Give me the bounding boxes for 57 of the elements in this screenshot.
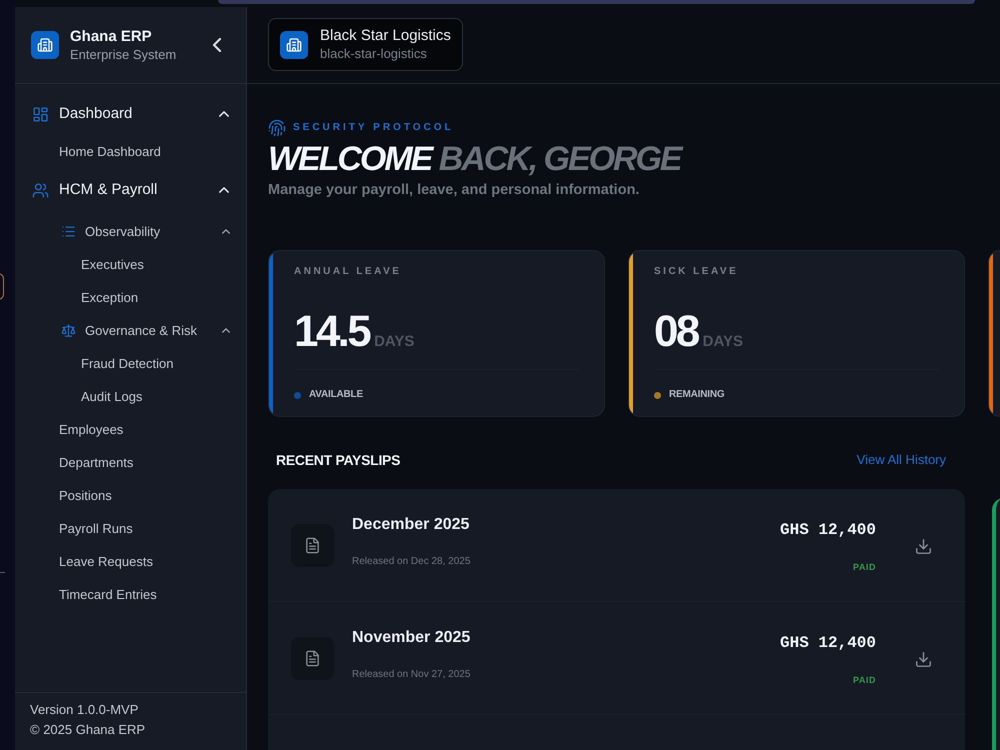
release-date: Released on Dec 28, 2025 [352, 555, 470, 569]
nav-group-toggle[interactable]: Observability [15, 215, 246, 248]
status-label: REMAINING [669, 389, 724, 401]
nav-link[interactable]: Audit Logs [15, 380, 246, 413]
fingerprint-icon [268, 119, 286, 137]
card-label: SICK LEAVE [654, 266, 740, 278]
building-icon [31, 31, 59, 59]
nav-link[interactable]: Fraud Detection [15, 347, 246, 380]
payslip-month: December 2025 [352, 515, 470, 535]
company-switcher[interactable]: Black Star Logistics black-star-logistics [268, 18, 463, 71]
list-icon [61, 224, 76, 239]
leave-days-value: 14.5 [294, 310, 370, 354]
nav-link[interactable]: Home Dashboard [15, 135, 246, 168]
release-date: Released on Nov 27, 2025 [352, 668, 470, 682]
version-text: Version 1.0.0-MVP [30, 701, 140, 719]
download-icon[interactable] [916, 652, 931, 667]
nav-link[interactable]: Executives [15, 248, 246, 281]
nav-link[interactable]: Departments [15, 446, 246, 479]
payslip-amount: GHS 12,400 [780, 633, 876, 653]
download-icon[interactable] [916, 539, 931, 554]
unit-label: DAYS [374, 333, 414, 351]
brand-name: Ghana ERP [70, 26, 153, 46]
nav-link[interactable]: Positions [15, 479, 246, 512]
paid-status: PAID [853, 561, 876, 573]
payslip-row[interactable]: November 2025 Released on Nov 27, 2025 GHS 12,400 PAID [268, 602, 965, 715]
view-all-history-link[interactable]: View All History [856, 450, 946, 470]
scale-icon [61, 323, 76, 338]
welcome-heading: WELCOME BACK, GEORGE [268, 139, 681, 179]
nav-section-header[interactable]: Dashboard [15, 95, 246, 133]
document-icon [291, 524, 334, 567]
nav-section-header[interactable]: HCM & Payroll [15, 171, 246, 209]
nav-link[interactable]: Employees [15, 413, 246, 446]
status-label: AVAILABLE [309, 389, 363, 401]
dashboard-grid-icon [32, 106, 49, 122]
users-icon [32, 182, 49, 198]
copyright-text: © 2025 Ghana ERP [30, 721, 146, 739]
nav-link[interactable]: Payroll Runs [15, 512, 246, 545]
company-slug: black-star-logistics [320, 45, 428, 63]
brand-subtitle: Enterprise System [70, 46, 178, 64]
leave-days-value: 08 [654, 310, 698, 354]
unit-label: DAYS [702, 333, 743, 351]
nav-link[interactable]: Timecard Entries [15, 578, 246, 611]
payslip-amount: GHS 12,400 [780, 520, 876, 540]
welcome-subtitle: Manage your payroll, leave, and personal information. [268, 181, 640, 200]
eyebrow-label: SECURITY PROTOCOL [293, 122, 454, 134]
nav-link[interactable]: Exception [15, 281, 246, 314]
paid-status: PAID [853, 674, 876, 686]
nav-link[interactable]: Leave Requests [15, 545, 246, 578]
section-title: RECENT PAYSLIPS [276, 450, 400, 470]
collapse-chevron-icon[interactable] [212, 38, 222, 52]
payslip-row[interactable]: December 2025 Released on Dec 28, 2025 GHS 12,400 PAID [268, 489, 965, 602]
card-label: ANNUAL LEAVE [294, 266, 402, 278]
company-name: Black Star Logistics [320, 26, 451, 45]
nav-group-toggle[interactable]: Governance & Risk [15, 314, 246, 347]
document-icon [291, 637, 334, 680]
building-icon [280, 30, 308, 58]
payslip-month: November 2025 [352, 628, 470, 648]
